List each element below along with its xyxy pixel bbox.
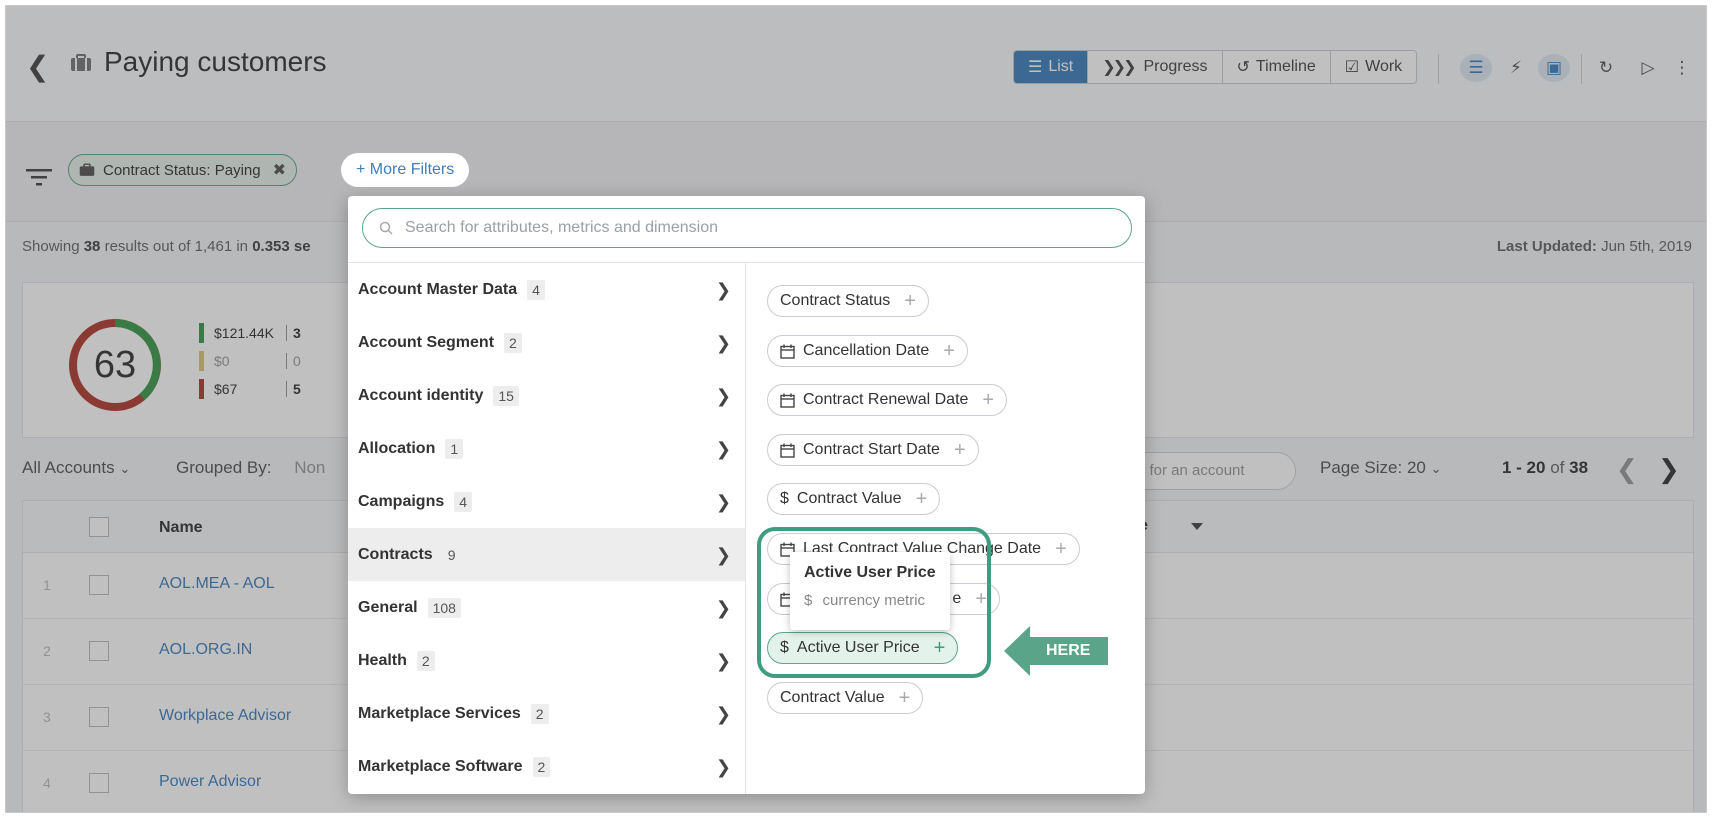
attribute-chip[interactable]: Contract Value + — [767, 682, 924, 714]
category-item[interactable]: Health 2 ❯ — [348, 634, 745, 687]
chevron-right-icon: ❯ — [715, 704, 731, 724]
attribute-chip[interactable]: Cancellation Date + — [767, 335, 968, 367]
chevron-right-icon: ❯ — [715, 439, 731, 459]
calendar-icon — [780, 443, 795, 458]
plus-icon: + — [904, 289, 916, 312]
highlight-ring — [757, 527, 991, 678]
plus-icon: + — [1055, 537, 1067, 560]
category-item[interactable]: General 108 ❯ — [348, 581, 745, 634]
category-item[interactable]: Campaigns 4 ❯ — [348, 475, 745, 528]
category-item[interactable]: Account Master Data 4 ❯ — [348, 263, 745, 316]
plus-icon: + — [898, 686, 911, 709]
chevron-right-icon: ❯ — [715, 545, 731, 565]
plus-icon: + — [915, 487, 928, 510]
category-list: Account Master Data 4 ❯ Account Segment 2 ❯ … — [348, 263, 746, 794]
attribute-search-box[interactable] — [362, 208, 1132, 248]
attribute-chip[interactable]: Contract Renewal Date + — [767, 384, 1008, 416]
here-callout: HERE — [1004, 626, 1109, 676]
plus-icon: + — [943, 339, 955, 362]
arrow-left-icon — [1004, 626, 1030, 676]
chevron-right-icon: ❯ — [715, 598, 731, 618]
category-item[interactable]: Account identity 15 ❯ — [348, 369, 745, 422]
category-item[interactable]: Marketplace Software 2 ❯ — [348, 740, 745, 793]
more-filters-button-active[interactable]: + More Filters — [342, 154, 469, 186]
chevron-right-icon: ❯ — [715, 333, 731, 353]
calendar-icon — [780, 393, 795, 408]
category-item[interactable]: Marketplace Services 2 ❯ — [348, 687, 745, 740]
attribute-chip[interactable]: $ Contract Value + — [767, 483, 941, 515]
dollar-icon: $ — [780, 490, 789, 507]
attribute-chip[interactable]: Contract Status + — [767, 285, 929, 317]
chevron-right-icon: ❯ — [715, 280, 731, 300]
category-item-active[interactable]: Contracts 9 ❯ — [348, 528, 745, 581]
category-item[interactable]: Account Segment 2 ❯ — [348, 316, 745, 369]
plus-icon: + — [953, 438, 966, 461]
attribute-picker-popup: Account Master Data4❯ Account Segment2❯ … — [348, 196, 1145, 794]
calendar-icon — [780, 344, 795, 359]
attribute-chip[interactable]: Contract Start Date + — [767, 434, 979, 466]
app-frame: ❮ Paying customers ☰ List ❯❯❯ Progress ↺… — [5, 5, 1707, 813]
chevron-right-icon: ❯ — [715, 757, 731, 777]
category-item[interactable]: Allocation 1 ❯ — [348, 422, 745, 475]
chevron-right-icon: ❯ — [715, 492, 731, 512]
attribute-search-input[interactable] — [405, 219, 1045, 237]
chevron-right-icon: ❯ — [715, 386, 731, 406]
plus-icon: + — [982, 388, 995, 411]
search-icon — [379, 221, 393, 235]
chevron-right-icon: ❯ — [715, 651, 731, 671]
